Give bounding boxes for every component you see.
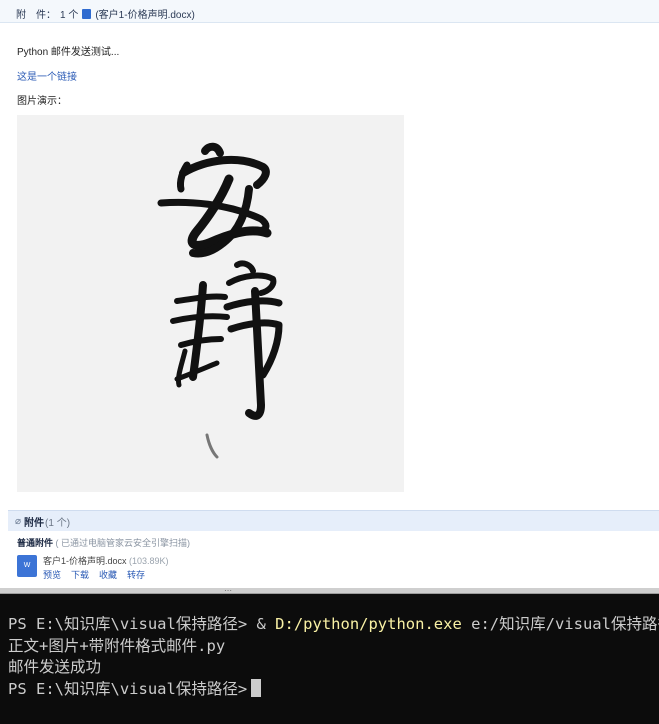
word-document-icon: [82, 8, 92, 19]
favorite-link[interactable]: 收藏: [99, 568, 117, 581]
terminal-cursor[interactable]: [251, 679, 262, 697]
attachment-size: (103.89K): [129, 556, 169, 566]
attachments-title: 附件: [24, 517, 45, 529]
terminal-prompt: PS E:\知识库\visual保持路径>: [8, 615, 248, 633]
attachment-summary[interactable]: 附 件： 1 个 (客户1-价格声明.docx): [16, 6, 195, 21]
attachment-file-name[interactable]: 客户1-价格声明.docx (103.89K): [43, 554, 169, 567]
terminal-line-2: 正文+图片+带附件格式邮件.py: [8, 637, 226, 655]
calligraphy-drawing: [157, 142, 283, 459]
terminal-panel[interactable]: PS E:\知识库\visual保持路径> & D:/python/python…: [0, 594, 659, 724]
save-to-link[interactable]: 转存: [127, 568, 145, 581]
image-caption: 图片演示：: [17, 96, 67, 107]
attachment-summary-bar: 附 件： 1 个 (客户1-价格声明.docx): [0, 0, 659, 23]
paperclip-icon: ⌀: [15, 515, 22, 527]
terminal-line-4: PS E:\知识库\visual保持路径>: [8, 679, 262, 700]
scan-note: ( 已通过电脑管家云安全引擎扫描): [55, 538, 191, 548]
attachment-name[interactable]: 客户1-价格声明.docx: [43, 556, 127, 566]
body-line-1: Python 邮件发送测试...: [17, 47, 120, 58]
terminal-prompt-current: PS E:\知识库\visual保持路径>: [8, 680, 248, 698]
attachments-panel-header: ⌀ 附件 (1 个): [8, 510, 659, 531]
normal-attachments-row: 普通附件 ( 已通过电脑管家云安全引擎扫描): [17, 536, 190, 549]
terminal-output-success: 邮件发送成功: [8, 658, 102, 676]
attachments-count: (1 个): [45, 517, 71, 529]
download-link[interactable]: 下载: [71, 568, 89, 581]
normal-attachments-label: 普通附件: [17, 538, 54, 548]
preview-link[interactable]: 预览: [43, 568, 61, 581]
attachment-actions: 预览 下载 收藏 转存: [43, 568, 145, 581]
command-operator: &: [247, 615, 266, 633]
attachment-item: W 客户1-价格声明.docx (103.89K) 预览 下载 收藏 转存: [17, 552, 417, 582]
terminal-line-1: PS E:\知识库\visual保持路径> & D:/python/python…: [8, 614, 659, 635]
word-document-icon[interactable]: W: [17, 555, 37, 577]
attachment-count: 1 个: [60, 10, 79, 21]
email-reading-pane: 附 件： 1 个 (客户1-价格声明.docx) Python 邮件发送测试..…: [0, 0, 659, 588]
calligraphy-image: [17, 115, 404, 492]
attachment-label: 附 件：: [16, 10, 56, 21]
attachment-filename[interactable]: (客户1-价格声明.docx): [95, 6, 194, 21]
body-link[interactable]: 这是一个链接: [17, 68, 77, 83]
command-executable: D:/python/python.exe: [265, 615, 462, 633]
grip-icon[interactable]: ⋯: [224, 587, 232, 595]
command-argument: e:/知识库/visual保持路径/11正文+图片+带附件格式邮件.py: [471, 615, 659, 633]
